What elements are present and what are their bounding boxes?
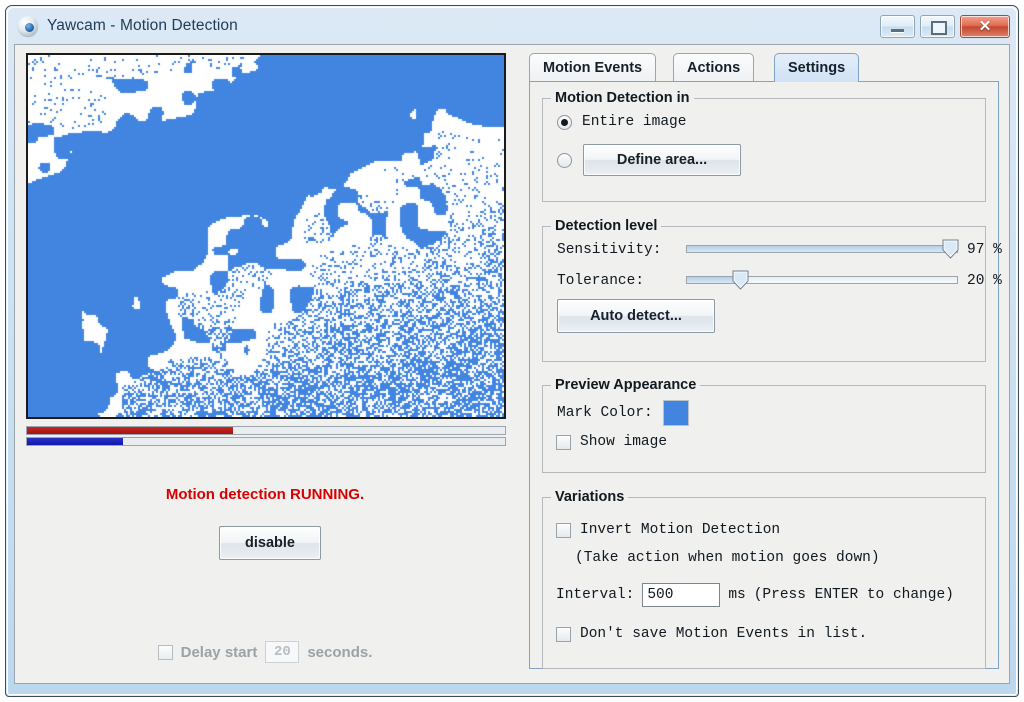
maximize-icon: [931, 21, 947, 35]
auto-detect-button[interactable]: Auto detect...: [557, 299, 715, 333]
group-preview-appearance: Preview Appearance Mark Color: Show imag…: [542, 377, 986, 473]
window-controls: ✕: [880, 15, 1010, 38]
invert-motion-row[interactable]: Invert Motion Detection: [556, 522, 780, 538]
tab-strip: Motion Events Actions Settings: [529, 53, 999, 82]
status-text: Motion detection RUNNING.: [165, 486, 365, 503]
sensitivity-slider[interactable]: [686, 238, 959, 260]
dont-save-row[interactable]: Don't save Motion Events in list.: [556, 626, 867, 642]
radio-entire-image[interactable]: [557, 114, 572, 130]
group-detection-level-title: Detection level: [551, 218, 662, 234]
invert-motion-label: Invert Motion Detection: [580, 522, 781, 538]
minimize-button[interactable]: [880, 15, 915, 38]
mark-color-swatch[interactable]: [662, 400, 689, 426]
red-level-bar: [26, 426, 506, 435]
motion-preview-canvas: [28, 55, 504, 417]
blue-level-bar-fill: [27, 438, 123, 445]
dont-save-checkbox[interactable]: [556, 626, 571, 642]
window-title: Yawcam - Motion Detection: [47, 17, 238, 34]
interval-input[interactable]: 500: [642, 583, 721, 607]
minimize-icon: [891, 29, 904, 33]
close-icon: ✕: [978, 18, 992, 35]
title-bar: Yawcam - Motion Detection ✕: [6, 6, 1018, 46]
radio-define-area-row[interactable]: Define area...: [557, 144, 741, 176]
delay-start-label: Delay start: [180, 643, 258, 661]
tolerance-slider-track[interactable]: [686, 276, 958, 284]
blue-level-bar: [26, 437, 506, 446]
close-button[interactable]: ✕: [960, 15, 1010, 38]
sensitivity-slider-thumb[interactable]: [942, 239, 959, 259]
interval-row: Interval: 500 ms (Press ENTER to change): [556, 583, 954, 607]
radio-entire-image-label: Entire image: [582, 114, 687, 130]
dont-save-label: Don't save Motion Events in list.: [580, 626, 868, 642]
webcam-icon: [18, 16, 38, 36]
interval-hint: (Press ENTER to change): [753, 587, 954, 603]
client-area: Motion detection RUNNING. disable Delay …: [14, 44, 1010, 684]
interval-label: Interval:: [556, 587, 635, 603]
toggle-detection-button[interactable]: disable: [219, 526, 321, 560]
right-panel: Motion Events Actions Settings Motion De…: [515, 45, 1009, 683]
sensitivity-slider-fill: [687, 246, 949, 252]
mark-color-row: Mark Color:: [557, 400, 689, 426]
motion-preview[interactable]: [26, 53, 506, 419]
tab-motion-events[interactable]: Motion Events: [529, 53, 657, 82]
maximize-button[interactable]: [920, 15, 955, 38]
tolerance-label: Tolerance:: [557, 273, 645, 289]
tolerance-slider-thumb[interactable]: [732, 270, 749, 290]
show-image-checkbox[interactable]: [556, 434, 571, 450]
sensitivity-label: Sensitivity:: [557, 242, 662, 258]
invert-motion-note: (Take action when motion goes down): [575, 550, 880, 566]
tolerance-slider[interactable]: [686, 269, 958, 291]
group-motion-detection-in-title: Motion Detection in: [551, 90, 694, 106]
group-variations: Variations Invert Motion Detection (Take…: [542, 489, 986, 669]
sensitivity-slider-track[interactable]: [686, 245, 958, 253]
delay-start-input[interactable]: 20: [265, 641, 300, 663]
delay-start-checkbox[interactable]: [157, 644, 173, 660]
group-preview-appearance-title: Preview Appearance: [551, 377, 701, 393]
tab-actions[interactable]: Actions: [673, 53, 755, 82]
tab-settings[interactable]: Settings: [774, 53, 860, 82]
red-level-bar-fill: [27, 427, 233, 434]
delay-start-row: Delay start 20 seconds.: [15, 641, 515, 663]
invert-motion-checkbox[interactable]: [556, 522, 571, 538]
interval-unit: ms: [728, 587, 746, 603]
show-image-label: Show image: [580, 434, 668, 450]
group-detection-level: Detection level Sensitivity: 97 % Tolera…: [542, 218, 1002, 362]
radio-define-area[interactable]: [557, 152, 572, 168]
left-panel: Motion detection RUNNING. disable Delay …: [15, 45, 515, 683]
define-area-button[interactable]: Define area...: [583, 144, 741, 176]
mark-color-label: Mark Color:: [557, 405, 653, 421]
settings-tab-panel: Motion Detection in Entire image Define …: [529, 81, 1002, 669]
radio-entire-image-row[interactable]: Entire image: [557, 114, 686, 130]
group-motion-detection-in: Motion Detection in Entire image Define …: [542, 90, 986, 202]
sensitivity-value: 97 %: [967, 242, 1002, 258]
application-window: Yawcam - Motion Detection ✕ Motion detec…: [5, 5, 1019, 697]
delay-start-suffix: seconds.: [307, 643, 373, 661]
group-variations-title: Variations: [551, 489, 629, 505]
tolerance-value: 20 %: [967, 273, 1002, 289]
show-image-row[interactable]: Show image: [556, 434, 667, 450]
